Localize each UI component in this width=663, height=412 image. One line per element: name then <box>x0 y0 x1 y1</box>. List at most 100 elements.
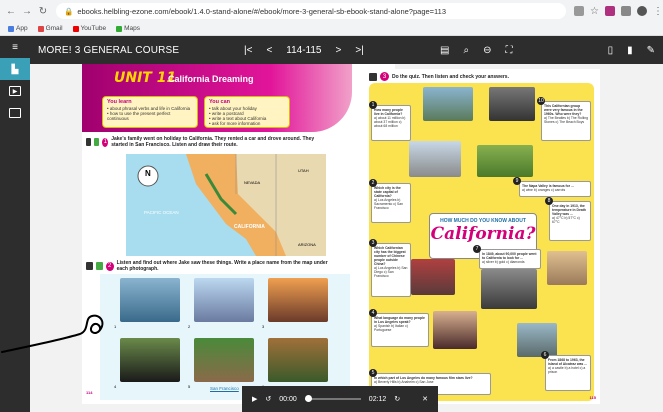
question-text: From 1868 to 1963, the island of Alcatra… <box>548 358 588 366</box>
forward-icon[interactable]: → <box>22 6 32 17</box>
profile-avatar[interactable] <box>637 6 647 16</box>
photo-castle <box>194 278 254 322</box>
quiz-question-3: Which Californian city has the biggest n… <box>371 243 411 297</box>
cd-icon[interactable] <box>94 138 100 146</box>
question-text: In 1849, about 90,000 people went to Cal… <box>482 252 537 260</box>
forward-icon[interactable]: ↻ <box>394 395 400 403</box>
photo-capitol <box>409 141 461 177</box>
photo-bear <box>120 338 180 382</box>
zoom-out-icon[interactable]: ⊖ <box>483 45 491 56</box>
speaker-icon[interactable] <box>86 138 92 146</box>
fullscreen-icon[interactable]: ⛶ <box>505 45 512 56</box>
quiz-question-6: From 1868 to 1963, the island of Alcatra… <box>545 355 591 391</box>
question-number: 8 <box>545 197 553 205</box>
bookmarks-bar: App Gmail YouTube Maps <box>0 22 663 36</box>
speaker-icon[interactable] <box>86 262 93 270</box>
bookmark-gmail[interactable]: Gmail <box>37 25 63 32</box>
edit-tools: ▯ ▮ ✎ <box>608 45 655 56</box>
photo-whale <box>120 278 180 322</box>
question-options: a) The Beatles b) The Rolling Stones c) … <box>544 116 588 124</box>
first-page-button[interactable]: |< <box>244 45 252 56</box>
question-options: a) about 11 million b) about 37 million … <box>374 116 406 128</box>
last-page-button[interactable]: >| <box>355 45 363 56</box>
california-map: N PACIFIC OCEAN CALIFORNIA NEVADA UTAH A… <box>126 154 326 256</box>
play-icon[interactable]: ▶ <box>252 395 257 403</box>
question-options: a) silver b) gold c) diamonds <box>482 260 525 264</box>
next-page-button[interactable]: > <box>336 45 342 56</box>
photo-desert <box>547 251 587 285</box>
audio-progress[interactable] <box>304 395 361 402</box>
learn-heading: You learn <box>107 99 132 105</box>
exercise-text: Listen and find out where Jake saw these… <box>116 260 328 272</box>
book-viewer: UNIT 11 California Dreaming You learn • … <box>1 64 663 412</box>
exercise-2: 2 Listen and find out where Jake saw the… <box>86 260 336 272</box>
view-tools: ▤ ⌕ ⊖ ⛶ <box>440 45 512 56</box>
question-number: 7 <box>473 245 481 253</box>
can-item: • ask for more information <box>209 121 261 126</box>
gmail-icon <box>37 25 44 32</box>
page-number-left: 114 <box>86 390 93 395</box>
question-number: 6 <box>541 351 549 359</box>
ebook-sidebar: ≡ ▙ ▶ <box>0 36 30 412</box>
menu-kebab-icon[interactable]: ⋮ <box>653 6 663 17</box>
question-text: Which Californian city has the biggest n… <box>374 246 406 266</box>
hamburger-icon: ≡ <box>12 41 18 53</box>
bookmark-youtube[interactable]: YouTube <box>72 25 107 32</box>
media-button[interactable]: ▶ <box>0 80 30 102</box>
bookmark-icon[interactable]: ▯ <box>608 45 614 56</box>
ebook-toolbar: MORE! 3 GENERAL COURSE |< < 114-115 > >|… <box>30 36 663 64</box>
utah-label: UTAH <box>298 168 309 173</box>
pager: |< < 114-115 > >| <box>244 45 364 56</box>
page-range[interactable]: 114-115 <box>286 45 321 56</box>
keyboard-button[interactable] <box>0 102 30 124</box>
cd-icon[interactable] <box>95 262 103 270</box>
exercise-1: 1 Jake's family went on holiday to Calif… <box>86 136 326 148</box>
pen-icon[interactable]: ✎ <box>647 45 655 56</box>
map-graphic <box>126 154 326 256</box>
photo-trees <box>268 338 328 382</box>
quiz-question-9: The Napa Valley is famous for ... a) win… <box>519 181 591 197</box>
menu-button[interactable]: ≡ <box>0 36 30 58</box>
exercise-number: 2 <box>105 261 114 271</box>
page-number-right: 115 <box>589 395 596 400</box>
bookmark-maps[interactable]: Maps <box>116 25 140 32</box>
notes-icon[interactable]: ▮ <box>627 45 633 56</box>
question-text: What language do many people in Los Ange… <box>374 316 425 324</box>
extensions-puzzle-icon[interactable] <box>621 6 631 16</box>
photo-grid: 1 2 3 4 5 6 San Francisco <box>100 274 350 400</box>
book-icon: ▙ <box>11 63 19 74</box>
exercise-text: Do the quiz. Then listen and check your … <box>392 73 509 80</box>
translate-icon[interactable] <box>574 6 585 16</box>
prev-page-button[interactable]: < <box>266 45 272 56</box>
reload-icon[interactable]: ↻ <box>38 6 48 17</box>
exercise-number: 3 <box>380 72 389 81</box>
photo-bridge-sea <box>423 87 473 121</box>
book-view-button[interactable]: ▙ <box>0 58 30 80</box>
speaker-icon[interactable] <box>369 72 377 81</box>
search-icon[interactable]: ⌕ <box>463 45 469 56</box>
close-icon[interactable]: ✕ <box>422 395 428 403</box>
quiz-title-big: California? <box>430 224 536 244</box>
quiz-board: HOW MUCH DO YOU KNOW ABOUT California? H… <box>369 83 594 401</box>
rewind-icon[interactable]: ↺ <box>265 395 271 403</box>
bookmark-label: YouTube <box>80 25 107 32</box>
audio-player: ▶ ↺ 00:00 02:12 ↻ ✕ <box>242 386 438 412</box>
back-icon[interactable]: ← <box>6 6 16 17</box>
address-bar[interactable]: 🔒 ebooks.helbling-ezone.com/ebook/1.4.0-… <box>56 3 567 19</box>
you-learn-box: You learn • about phrasal verbs and life… <box>102 96 198 128</box>
photo-caption: San Francisco <box>210 386 239 391</box>
bookmark-apps[interactable]: App <box>8 25 28 32</box>
lock-icon: 🔒 <box>64 6 74 16</box>
photo-band <box>489 87 535 121</box>
keyboard-icon <box>9 108 21 118</box>
star-icon[interactable]: ☆ <box>590 6 599 17</box>
progress-handle[interactable] <box>304 395 312 402</box>
can-heading: You can <box>209 99 230 105</box>
extension-icon[interactable] <box>605 6 615 16</box>
photo-chinatown <box>411 259 455 295</box>
question-number: 4 <box>369 309 377 317</box>
total-time: 02:12 <box>368 395 387 403</box>
photo-field <box>194 338 254 382</box>
question-options: a) Los Angeles b) San Diego c) San Franc… <box>374 266 408 278</box>
page-icon[interactable]: ▤ <box>440 45 449 56</box>
